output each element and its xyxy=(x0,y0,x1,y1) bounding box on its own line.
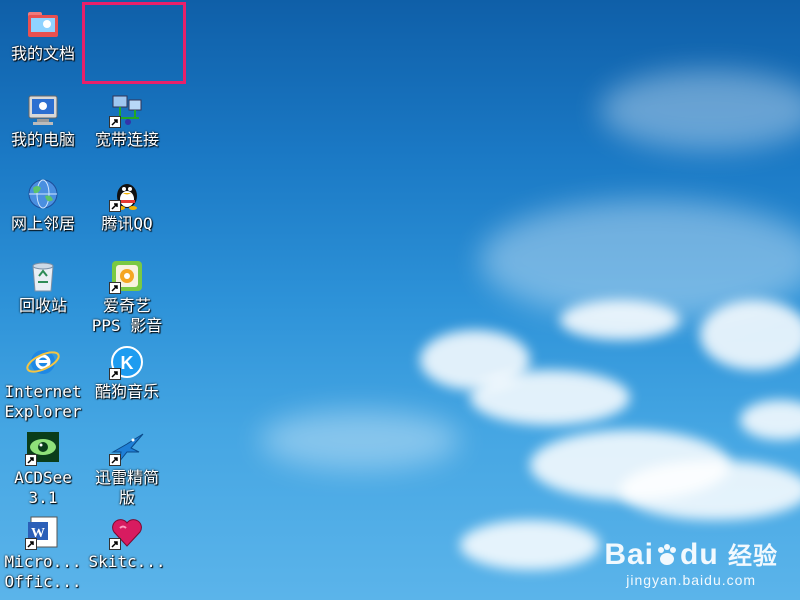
desktop-icon-recycle-bin[interactable]: 回收站 xyxy=(0,258,86,316)
shortcut-arrow-icon xyxy=(109,454,121,466)
icon-label: 爱奇艺 PPS 影音 xyxy=(91,296,163,335)
desktop-icon-my-computer[interactable]: 我的电脑 xyxy=(0,92,86,150)
baidu-jingyan-watermark: Bai du 经验 jingyan.baidu.com xyxy=(604,536,778,588)
desktop-icon-network-places[interactable]: 网上邻居 xyxy=(0,176,86,234)
icon-label: Micro... Offic... xyxy=(4,552,82,591)
icon-label: 宽带连接 xyxy=(94,130,159,149)
icon-label: ACDSee 3.1 xyxy=(14,468,72,507)
icon-label: 酷狗音乐 xyxy=(94,382,159,401)
globe-network-icon xyxy=(28,179,58,209)
watermark-logo-suffix: 经验 xyxy=(728,543,778,570)
shortcut-arrow-icon xyxy=(109,116,121,128)
internet-explorer-icon xyxy=(26,350,60,374)
icon-label: 迅雷精简 版 xyxy=(94,468,159,507)
desktop-icon-word[interactable]: W Micro... Offic... xyxy=(0,514,86,592)
icon-label: 我的文档 xyxy=(10,44,75,63)
desktop-icon-my-documents[interactable]: 我的文档 xyxy=(0,6,86,64)
shortcut-arrow-icon xyxy=(25,454,37,466)
shortcut-arrow-icon xyxy=(109,368,121,380)
desktop-icon-acdsee[interactable]: ACDSee 3.1 xyxy=(0,430,86,508)
computer-icon xyxy=(28,95,58,125)
shortcut-arrow-icon xyxy=(25,538,37,550)
desktop-icon-broadband[interactable]: 宽带连接 xyxy=(84,92,170,150)
watermark-logo-text: Bai xyxy=(604,538,654,571)
watermark-url: jingyan.baidu.com xyxy=(626,572,757,588)
paw-icon xyxy=(658,544,676,565)
icon-label: 回收站 xyxy=(18,296,67,315)
icon-label: Internet Explorer xyxy=(4,382,82,421)
watermark-logo-text2: du xyxy=(680,538,719,571)
desktop-icon-internet-explorer[interactable]: Internet Explorer xyxy=(0,344,86,422)
icon-label: 网上邻居 xyxy=(10,214,75,233)
desktop-icon-xunlei[interactable]: 迅雷精简 版 xyxy=(84,430,170,508)
icon-label: 我的电脑 xyxy=(10,130,75,149)
icon-label: 腾讯QQ xyxy=(101,214,153,233)
watermark-logo: Bai du 经验 xyxy=(604,536,778,572)
svg-text:K: K xyxy=(121,353,134,373)
recycle-bin-icon xyxy=(32,262,54,292)
shortcut-arrow-icon xyxy=(109,282,121,294)
desktop-icon-qq[interactable]: 腾讯QQ xyxy=(84,176,170,234)
desktop-icon-skitch[interactable]: Skitc... xyxy=(84,514,170,572)
desktop-icon-iqiyi[interactable]: 爱奇艺 PPS 影音 xyxy=(84,258,170,336)
shortcut-arrow-icon xyxy=(109,538,121,550)
shortcut-arrow-icon xyxy=(109,200,121,212)
folder-icon xyxy=(28,12,58,37)
desktop-icon-kugou[interactable]: K 酷狗音乐 xyxy=(84,344,170,402)
selection-rectangle xyxy=(82,2,186,84)
icon-label: Skitc... xyxy=(88,552,166,571)
